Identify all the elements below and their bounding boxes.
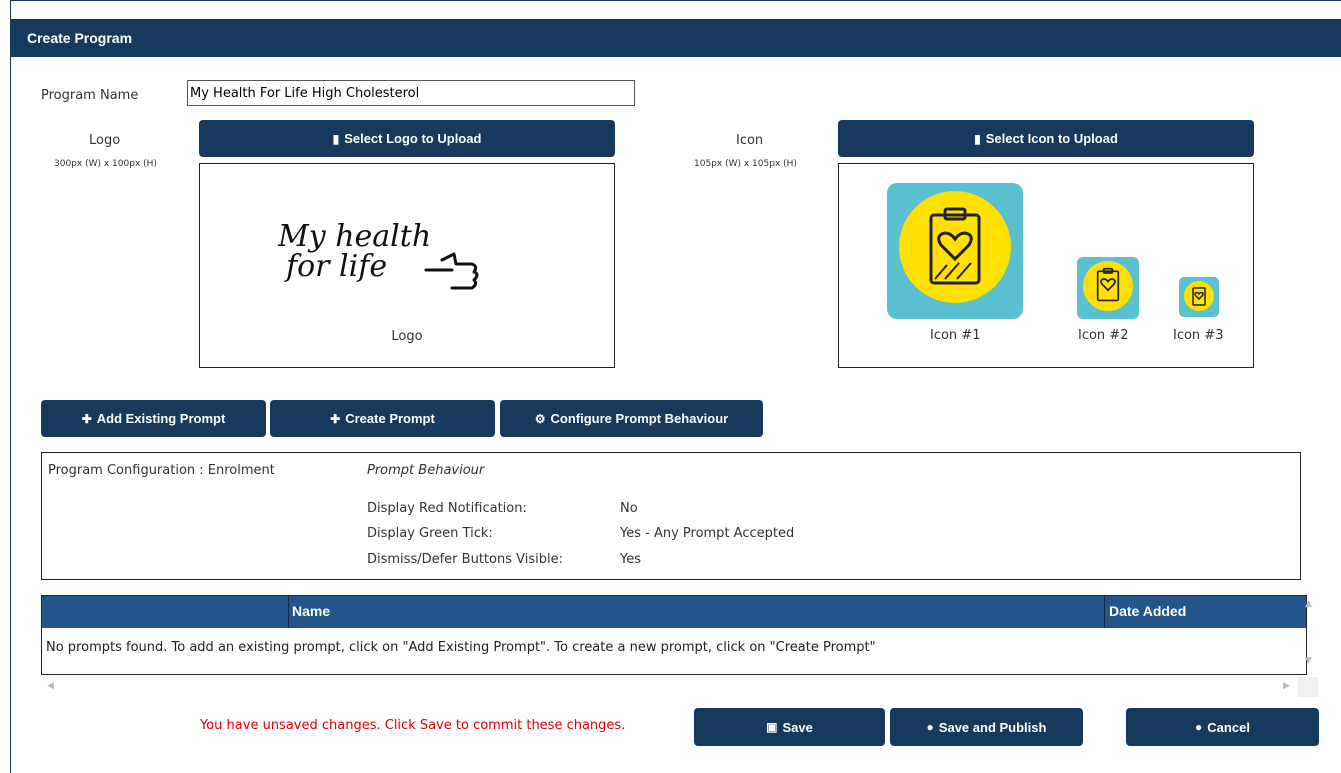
table-header: Name Date Added bbox=[42, 596, 1306, 628]
column-header-date-divider bbox=[1104, 596, 1105, 628]
config-heading: Program Configuration : Enrolment bbox=[48, 463, 275, 478]
column-header-date-added[interactable]: Date Added bbox=[1109, 603, 1186, 619]
select-icon-upload-label: Select Icon to Upload bbox=[985, 131, 1118, 146]
column-header-name[interactable]: Name bbox=[292, 603, 330, 619]
configure-prompt-behaviour-button[interactable]: ⚙ Configure Prompt Behaviour bbox=[500, 400, 763, 437]
configure-prompt-behaviour-label: Configure Prompt Behaviour bbox=[550, 411, 729, 426]
create-prompt-label: Create Prompt bbox=[345, 411, 435, 426]
icon-label: Icon bbox=[736, 133, 764, 148]
logo-art-line1: My health bbox=[278, 219, 432, 254]
program-name-label: Program Name bbox=[41, 88, 139, 103]
icon-1-caption: Icon #1 bbox=[930, 328, 981, 343]
plus-icon: ✚ bbox=[81, 411, 92, 426]
logo-image: My health for life bbox=[278, 222, 498, 292]
scroll-left-arrow[interactable]: ◀ bbox=[47, 681, 54, 691]
panel-title: Create Program bbox=[11, 19, 1341, 57]
cancel-button[interactable]: ● Cancel bbox=[1126, 708, 1319, 746]
scroll-up-arrow[interactable]: ▲ bbox=[1305, 599, 1312, 609]
config-row-key: Display Green Tick: bbox=[367, 526, 493, 541]
add-existing-prompt-button[interactable]: ✚ Add Existing Prompt bbox=[41, 400, 266, 437]
prompt-behaviour-title: Prompt Behaviour bbox=[367, 463, 485, 478]
prompts-table: Name Date Added No prompts found. To add… bbox=[41, 595, 1307, 675]
config-row-key: Dismiss/Defer Buttons Visible: bbox=[367, 552, 563, 567]
icon-dimensions: 105px (W) x 105px (H) bbox=[694, 159, 797, 169]
config-row-value: Yes - Any Prompt Accepted bbox=[620, 526, 795, 541]
floppy-disk-icon: ▣ bbox=[766, 720, 778, 734]
clipboard-heart-icon bbox=[929, 207, 981, 285]
program-configuration-box: Program Configuration : Enrolment Prompt… bbox=[41, 452, 1301, 580]
select-icon-upload-button[interactable]: ▮ Select Icon to Upload bbox=[838, 120, 1254, 157]
gears-icon: ⚙ bbox=[534, 411, 546, 426]
add-existing-prompt-label: Add Existing Prompt bbox=[96, 411, 226, 426]
scroll-right-arrow[interactable]: ▶ bbox=[1283, 681, 1290, 691]
logo-label: Logo bbox=[89, 133, 121, 148]
save-and-publish-button[interactable]: ● Save and Publish bbox=[890, 708, 1083, 746]
select-logo-upload-label: Select Logo to Upload bbox=[344, 131, 482, 146]
save-label: Save bbox=[782, 719, 813, 735]
scroll-down-arrow[interactable]: ▼ bbox=[1305, 656, 1312, 666]
file-icon: ▮ bbox=[332, 131, 340, 146]
logo-preview: My health for life Logo bbox=[199, 163, 615, 368]
create-prompt-button[interactable]: ✚ Create Prompt bbox=[270, 400, 495, 437]
empty-table-message: No prompts found. To add an existing pro… bbox=[46, 640, 876, 655]
unsaved-changes-message: You have unsaved changes. Click Save to … bbox=[200, 718, 626, 733]
plus-icon: ✚ bbox=[330, 411, 341, 426]
globe-icon: ● bbox=[926, 720, 934, 734]
select-logo-upload-button[interactable]: ▮ Select Logo to Upload bbox=[199, 120, 615, 157]
save-button[interactable]: ▣ Save bbox=[694, 708, 885, 746]
file-icon: ▮ bbox=[974, 131, 981, 146]
clipboard-heart-icon bbox=[1192, 287, 1206, 306]
cancel-label: Cancel bbox=[1207, 719, 1250, 735]
column-header-select[interactable] bbox=[42, 596, 289, 628]
config-row-value: No bbox=[620, 501, 638, 516]
icon-3-caption: Icon #3 bbox=[1173, 328, 1224, 343]
config-row-value: Yes bbox=[620, 552, 641, 567]
icon-2-image bbox=[1077, 257, 1139, 319]
config-row-key: Display Red Notification: bbox=[367, 501, 527, 516]
icon-3-image bbox=[1179, 277, 1219, 317]
create-program-panel: Create Program Program Name Logo 300px (… bbox=[10, 0, 1341, 773]
scroll-corner bbox=[1298, 677, 1318, 697]
clipboard-heart-icon bbox=[1096, 267, 1120, 302]
logo-dimensions: 300px (W) x 100px (H) bbox=[54, 159, 157, 169]
icon-2-caption: Icon #2 bbox=[1078, 328, 1129, 343]
save-and-publish-label: Save and Publish bbox=[938, 719, 1047, 735]
icon-1-image bbox=[887, 183, 1023, 319]
circle-icon: ● bbox=[1195, 720, 1203, 734]
program-name-input[interactable] bbox=[187, 80, 635, 106]
logo-caption: Logo bbox=[391, 329, 423, 344]
thumbs-up-icon bbox=[424, 252, 479, 290]
icon-preview: Icon #1 Icon #2 Icon #3 bbox=[838, 163, 1254, 368]
